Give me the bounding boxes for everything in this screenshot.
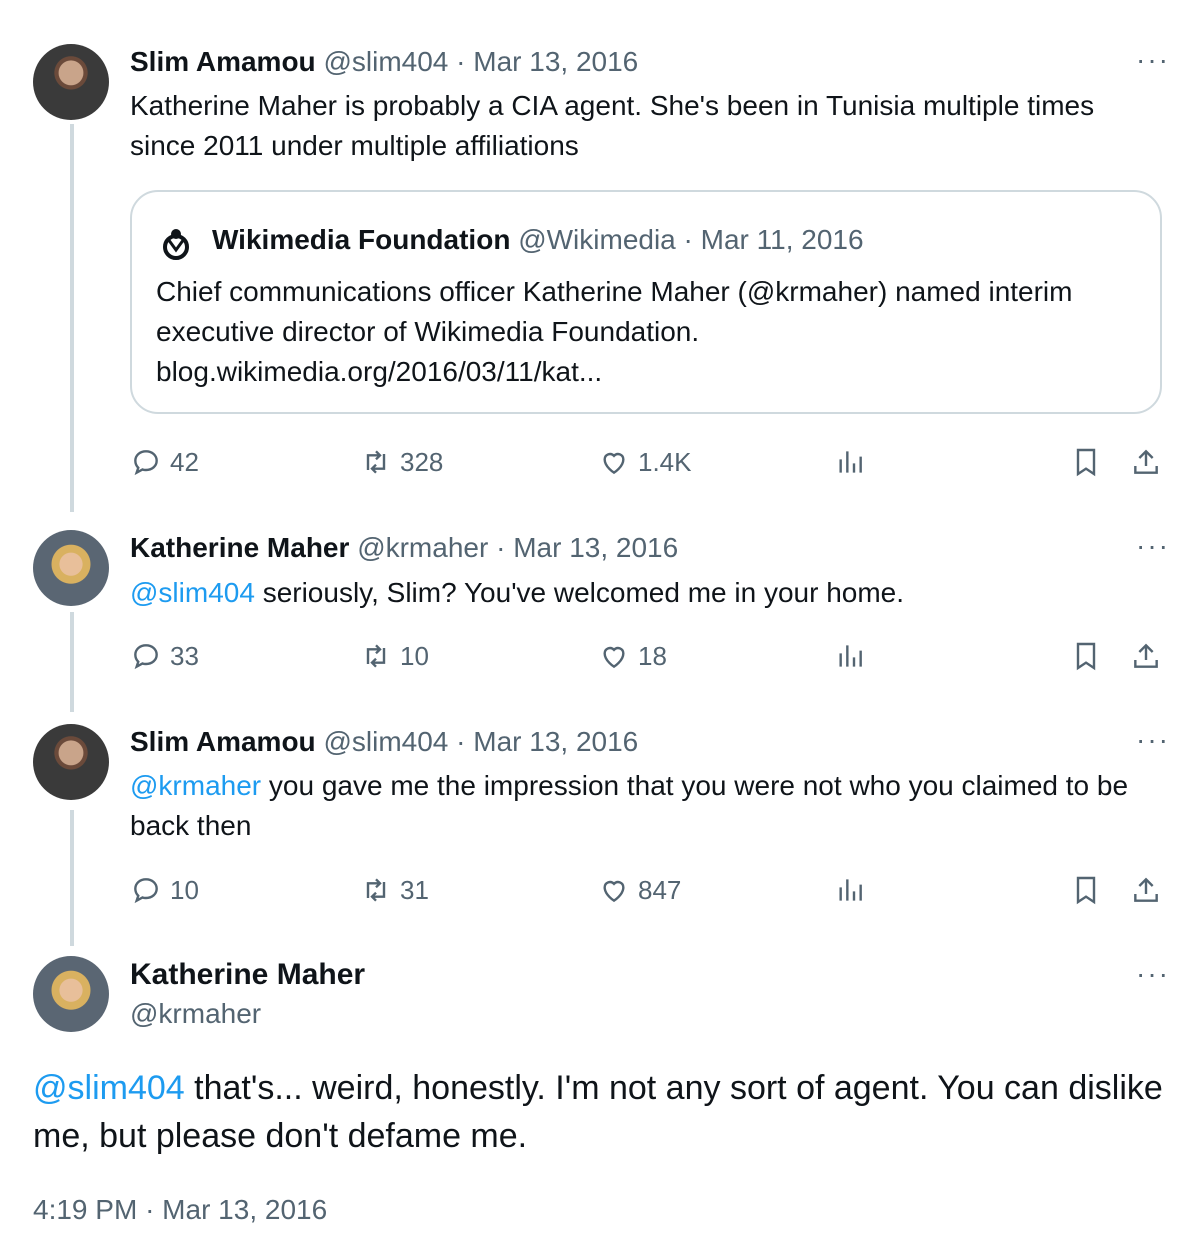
separator-dot: · xyxy=(456,726,466,757)
tweet-actions: 10 31 847 xyxy=(130,870,1164,910)
like-count: 1.4K xyxy=(638,446,692,477)
quote-author-name: Wikimedia Foundation xyxy=(212,224,511,255)
more-options-button[interactable]: ··· xyxy=(1136,44,1170,76)
reply-count: 33 xyxy=(170,640,199,671)
bookmark-icon xyxy=(1076,642,1096,671)
views-button[interactable] xyxy=(834,636,866,676)
separator-dot: · xyxy=(496,532,506,563)
avatar[interactable] xyxy=(33,724,109,800)
reply-icon xyxy=(134,644,158,670)
author-handle[interactable]: @slim404 xyxy=(323,726,448,757)
thread-line xyxy=(70,612,74,712)
share-icon xyxy=(1134,449,1158,474)
share-button[interactable] xyxy=(1130,636,1162,676)
repost-icon xyxy=(366,878,386,902)
quote-date: Mar 11, 2016 xyxy=(700,224,864,255)
tweet-text: @krmaher you gave me the impression that… xyxy=(130,766,1160,846)
author-name[interactable]: Katherine Maher xyxy=(130,958,365,992)
mention-link[interactable]: @krmaher xyxy=(130,770,261,801)
views-icon xyxy=(839,451,862,473)
views-icon xyxy=(839,645,862,667)
thread-line xyxy=(70,810,74,946)
views-icon xyxy=(839,879,862,901)
tweet-date[interactable]: Mar 13, 2016 xyxy=(513,532,678,563)
share-button[interactable] xyxy=(1130,442,1162,482)
like-icon xyxy=(603,880,625,903)
views-button[interactable] xyxy=(834,442,866,482)
quote-text: Chief communications officer Katherine M… xyxy=(156,276,1073,387)
author-name[interactable]: Slim Amamou xyxy=(130,46,316,77)
tweet-date: Mar 13, 2016 xyxy=(162,1194,328,1225)
repost-count: 328 xyxy=(400,446,444,477)
bookmark-button[interactable] xyxy=(1070,636,1102,676)
avatar[interactable] xyxy=(33,956,109,1032)
tweet-body: you gave me the impression that you were… xyxy=(130,770,1129,841)
author-name[interactable]: Katherine Maher xyxy=(130,532,349,563)
tweet-timestamp[interactable]: 4:19 PM · Mar 13, 2016 xyxy=(33,1194,327,1226)
repost-count: 31 xyxy=(400,874,429,905)
tweet-actions: 42 328 1.4K xyxy=(130,442,1164,482)
tweet-date[interactable]: Mar 13, 2016 xyxy=(473,46,638,77)
separator-dot: · xyxy=(683,224,693,255)
mention-link[interactable]: @slim404 xyxy=(33,1069,185,1107)
share-button[interactable] xyxy=(1130,870,1162,910)
more-options-button[interactable]: ··· xyxy=(1136,530,1170,562)
author-name[interactable]: Slim Amamou xyxy=(130,726,316,757)
thread-line xyxy=(70,124,74,512)
reply-count: 42 xyxy=(170,446,199,477)
reply-button[interactable]: 33 xyxy=(130,636,199,676)
repost-icon xyxy=(366,450,386,474)
tweet-text: @slim404 seriously, Slim? You've welcome… xyxy=(130,573,1160,613)
tweet-text: @slim404 that's... weird, honestly. I'm … xyxy=(33,1064,1163,1160)
tweet-header: Slim Amamou @slim404 · Mar 13, 2016 xyxy=(130,724,638,760)
quote-author-handle: @Wikimedia xyxy=(518,224,676,255)
like-button[interactable]: 1.4K xyxy=(598,442,692,482)
tweet-body: that's... weird, honestly. I'm not any s… xyxy=(33,1069,1163,1155)
reply-button[interactable]: 10 xyxy=(130,870,199,910)
tweet-header: Slim Amamou @slim404 · Mar 13, 2016 xyxy=(130,44,638,80)
share-icon xyxy=(1134,877,1158,902)
quote-header: Wikimedia Foundation @Wikimedia · Mar 11… xyxy=(212,222,864,258)
reply-icon xyxy=(134,450,158,476)
like-count: 18 xyxy=(638,640,667,671)
repost-button[interactable]: 328 xyxy=(360,442,443,482)
avatar[interactable] xyxy=(33,44,109,120)
reply-count: 10 xyxy=(170,874,199,905)
author-handle[interactable]: @krmaher xyxy=(357,532,488,563)
repost-button[interactable]: 10 xyxy=(360,636,429,676)
like-icon xyxy=(603,646,625,669)
more-options-button[interactable]: ··· xyxy=(1136,724,1170,756)
tweet-header: Katherine Maher @krmaher · Mar 13, 2016 xyxy=(130,530,678,566)
wikimedia-logo-icon xyxy=(158,226,194,262)
views-button[interactable] xyxy=(834,870,866,910)
repost-button[interactable]: 31 xyxy=(360,870,429,910)
repost-count: 10 xyxy=(400,640,429,671)
quoted-tweet[interactable]: Wikimedia Foundation @Wikimedia · Mar 11… xyxy=(130,190,1162,414)
bookmark-button[interactable] xyxy=(1070,442,1102,482)
bookmark-button[interactable] xyxy=(1070,870,1102,910)
more-options-button[interactable]: ··· xyxy=(1136,958,1170,990)
like-count: 847 xyxy=(638,874,682,905)
like-button[interactable]: 847 xyxy=(598,870,681,910)
share-icon xyxy=(1134,643,1158,668)
bookmark-icon xyxy=(1076,876,1096,905)
avatar[interactable] xyxy=(33,530,109,606)
bookmark-icon xyxy=(1076,448,1096,477)
tweet-text: Katherine Maher is probably a CIA agent.… xyxy=(130,90,1095,161)
reply-button[interactable]: 42 xyxy=(130,442,199,482)
tweet-time: 4:19 PM xyxy=(33,1194,138,1225)
tweet-body: seriously, Slim? You've welcomed me in y… xyxy=(262,577,905,608)
mention-link[interactable]: @slim404 xyxy=(130,577,255,608)
separator-dot: · xyxy=(456,46,466,77)
like-icon xyxy=(603,452,625,475)
like-button[interactable]: 18 xyxy=(598,636,667,676)
reply-icon xyxy=(134,878,158,904)
repost-icon xyxy=(366,644,386,668)
author-handle[interactable]: @slim404 xyxy=(323,46,448,77)
tweet-actions: 33 10 18 xyxy=(130,636,1164,676)
separator-dot: · xyxy=(145,1194,155,1225)
tweet-date[interactable]: Mar 13, 2016 xyxy=(473,726,638,757)
author-handle[interactable]: @krmaher xyxy=(130,998,261,1030)
